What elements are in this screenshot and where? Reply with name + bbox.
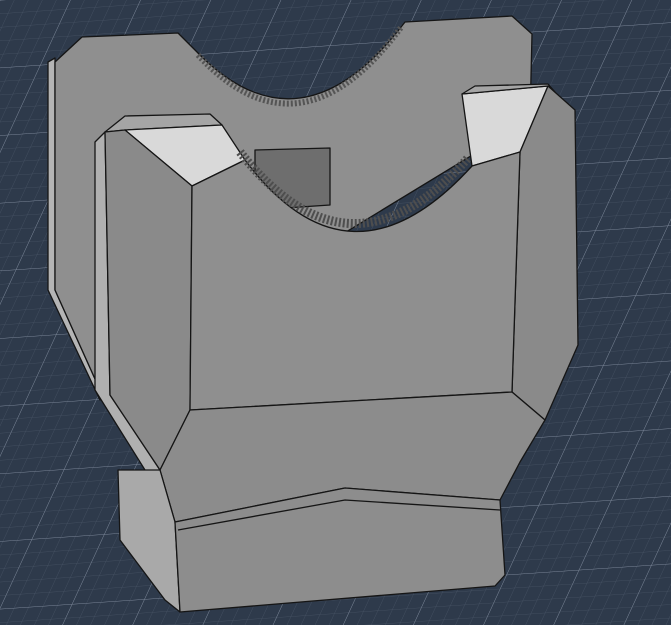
- model-canvas[interactable]: [0, 0, 671, 625]
- cad-viewport[interactable]: [0, 0, 671, 625]
- part-model[interactable]: [47, 15, 579, 613]
